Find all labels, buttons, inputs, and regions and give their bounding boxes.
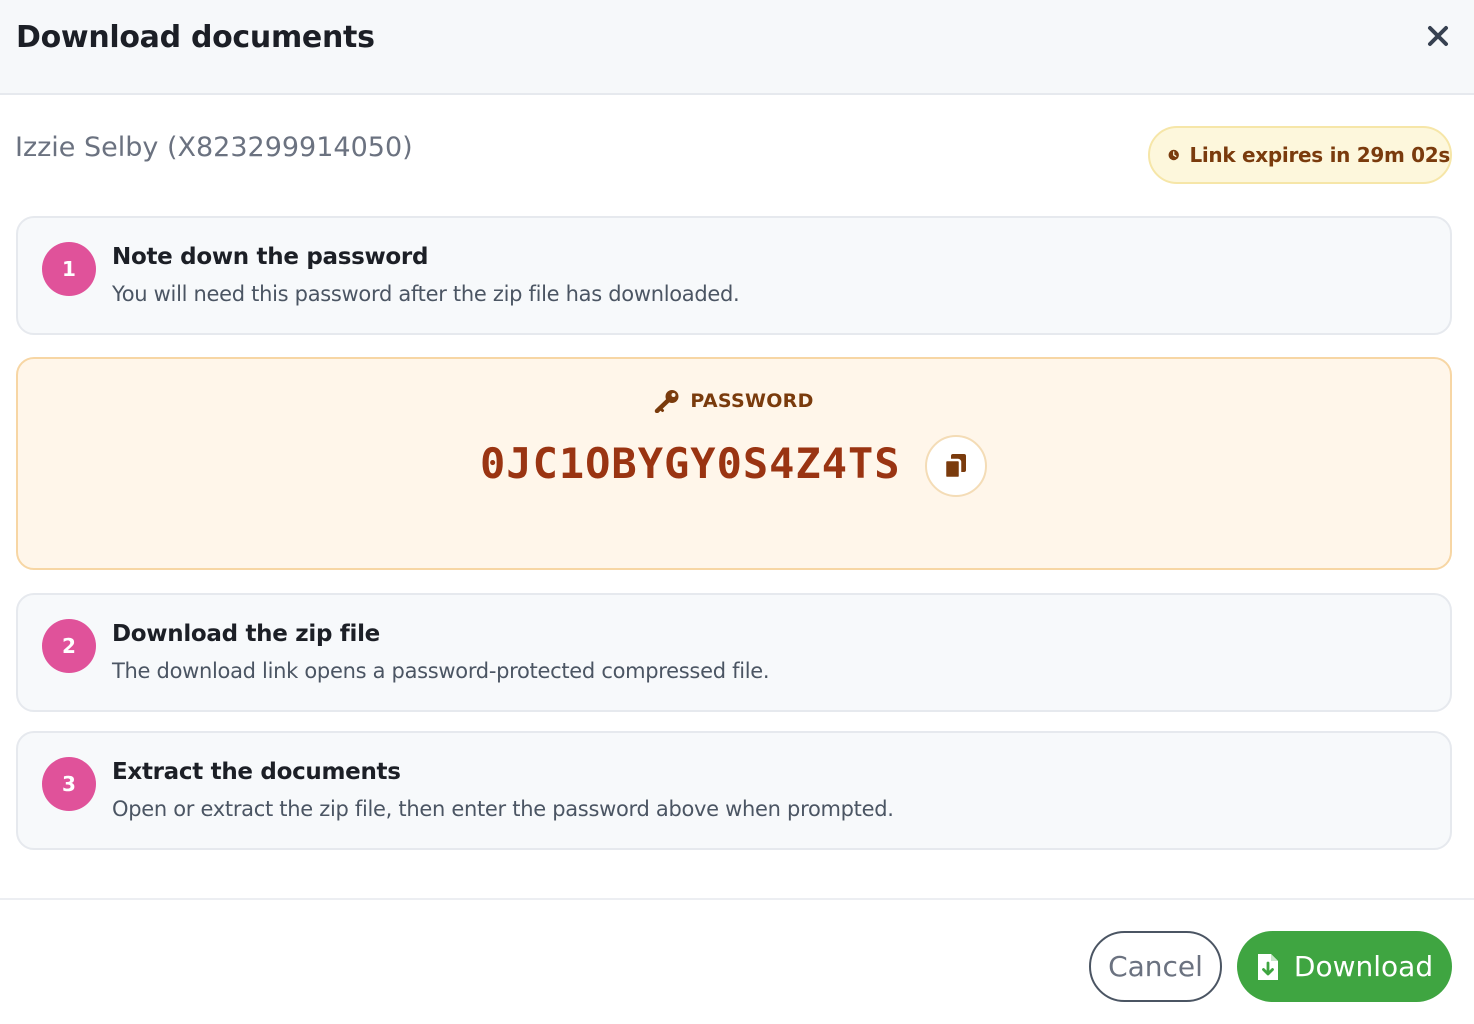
step-title: Extract the documents <box>112 759 401 785</box>
close-icon <box>1428 26 1448 46</box>
password-value: 0JC1OBYGY0S4Z4TS <box>480 439 901 488</box>
download-button[interactable]: Download <box>1237 931 1452 1002</box>
step-description: Open or extract the zip file, then enter… <box>112 797 894 821</box>
step-number: 1 <box>42 242 96 296</box>
close-button[interactable] <box>1418 18 1458 54</box>
step-number: 3 <box>42 757 96 811</box>
step-description: You will need this password after the zi… <box>112 282 740 306</box>
password-label-row: PASSWORD <box>18 389 1450 413</box>
password-box: PASSWORD 0JC1OBYGY0S4Z4TS <box>16 357 1452 570</box>
password-label: PASSWORD <box>690 390 814 412</box>
cancel-button[interactable]: Cancel <box>1089 931 1222 1002</box>
step-card-3: 3 Extract the documents Open or extract … <box>16 731 1452 850</box>
step-number: 2 <box>42 619 96 673</box>
footer-divider <box>0 898 1474 900</box>
step-title: Note down the password <box>112 244 429 270</box>
modal-header: Download documents <box>0 0 1474 95</box>
file-download-icon <box>1257 953 1278 980</box>
download-button-label: Download <box>1293 950 1434 983</box>
copy-icon <box>943 454 966 480</box>
modal-title: Download documents <box>16 20 375 55</box>
clock-icon <box>1168 149 1179 161</box>
step-description: The download link opens a password-prote… <box>112 659 770 683</box>
step-title: Download the zip file <box>112 621 380 647</box>
step-card-1: 1 Note down the password You will need t… <box>16 216 1452 335</box>
copy-password-button[interactable] <box>925 435 987 497</box>
key-icon <box>655 390 679 413</box>
expiry-badge: Link expires in 29m 02s <box>1148 126 1452 184</box>
expiry-text: Link expires in 29m 02s <box>1189 143 1450 167</box>
client-name: Izzie Selby (X823299914050) <box>15 132 413 163</box>
step-card-2: 2 Download the zip file The download lin… <box>16 593 1452 712</box>
